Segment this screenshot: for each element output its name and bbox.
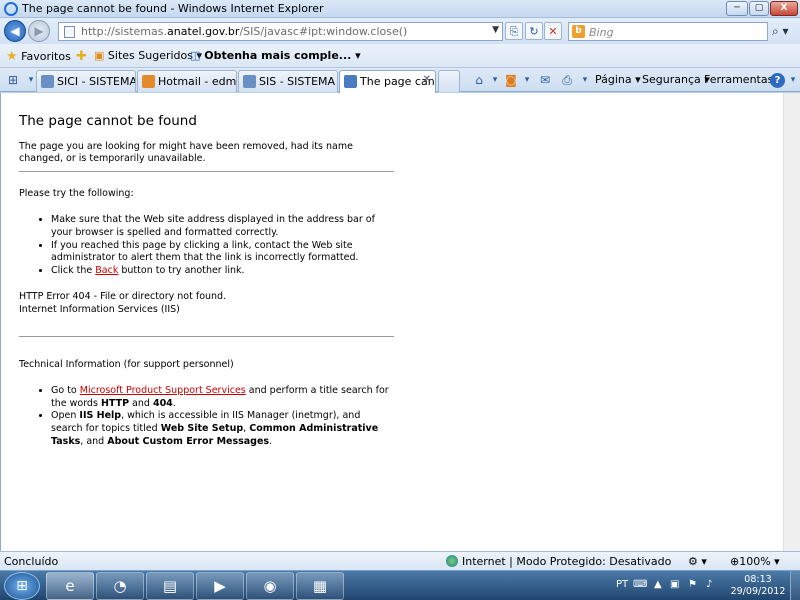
internet-zone-icon	[446, 555, 458, 567]
language-indicator[interactable]: PT	[616, 579, 628, 590]
taskbar: ⊞ e ◔ ▤ ▶ ◉ ▦ PT ⌨ ▲ ▣ ⚑ ♪ 08:13 29/09/2…	[0, 570, 800, 600]
try-list: Make sure that the Web site address disp…	[41, 214, 394, 277]
minimize-button[interactable]: ─	[726, 1, 748, 16]
zoom-icon: ⊕	[730, 555, 740, 568]
help-dropdown-icon[interactable]: ▾	[784, 71, 800, 89]
try-heading: Please try the following:	[19, 187, 134, 199]
support-link[interactable]: Microsoft Product Support Services	[80, 385, 246, 396]
window-title: The page cannot be found - Windows Inter…	[22, 2, 324, 15]
show-desktop-button[interactable]	[790, 571, 800, 600]
clock-date: 29/09/2012	[730, 586, 786, 597]
favorites-button[interactable]: ★ Favoritos	[6, 49, 71, 64]
protected-mode-icon[interactable]: ⚙ ▾	[688, 555, 707, 568]
app-taskbar-icon[interactable]: ◔	[96, 572, 144, 600]
back-button[interactable]: ◀	[4, 20, 26, 42]
server-name: Internet Information Services (IIS)	[19, 303, 180, 315]
list-item: Make sure that the Web site address disp…	[51, 214, 394, 239]
add-favorite-icon[interactable]: ✚	[76, 49, 87, 64]
page-icon	[64, 26, 75, 38]
list-item: Open IIS Help, which is accessible in II…	[51, 410, 394, 448]
error-code: HTTP Error 404 - File or directory not f…	[19, 291, 227, 303]
title-bar: The page cannot be found - Windows Inter…	[0, 0, 800, 18]
forward-button[interactable]: ▶	[28, 20, 50, 42]
intro-text: The page you are looking for might have …	[19, 140, 353, 165]
get-more-addons-link[interactable]: ◫ Obtenha mais comple... ▾	[190, 49, 361, 62]
volume-icon[interactable]: ♪	[706, 579, 712, 590]
stop-icon[interactable]: ✕	[544, 22, 562, 40]
action-center-icon[interactable]: ⚑	[688, 579, 697, 590]
bing-icon: b	[572, 25, 585, 38]
start-button[interactable]: ⊞	[4, 572, 40, 600]
address-url[interactable]: http://sistemas.anatel.gov.br/SIS/javasc…	[81, 25, 407, 38]
favorites-star-icon: ★	[6, 49, 18, 64]
keyboard-icon[interactable]: ⌨	[633, 579, 647, 590]
internet-explorer-taskbar-icon[interactable]: e	[46, 572, 94, 600]
vertical-scrollbar[interactable]	[783, 93, 800, 551]
system-clock[interactable]: 08:13 29/09/2012	[730, 574, 786, 598]
list-item: If you reached this page by clicking a l…	[51, 240, 394, 265]
security-menu[interactable]: Segurança ▾	[642, 73, 710, 86]
list-item: Click the Back button to try another lin…	[51, 265, 394, 278]
tab-sis[interactable]: SIS - SISTEMA DE...	[238, 70, 338, 92]
read-mail-icon[interactable]: ✉	[536, 71, 554, 89]
address-bar[interactable]: http://sistemas.anatel.gov.br/SIS/javasc…	[58, 22, 503, 41]
search-input[interactable]: Bing	[589, 26, 614, 39]
list-item: Go to Microsoft Product Support Services…	[51, 385, 394, 410]
tech-list: Go to Microsoft Product Support Services…	[41, 385, 394, 448]
page-menu[interactable]: Página ▾	[595, 73, 641, 86]
security-zone[interactable]: Internet | Modo Protegido: Desativado	[446, 555, 671, 568]
feeds-dropdown-icon[interactable]: ▾	[518, 71, 536, 89]
refresh-icon[interactable]: ↻	[525, 22, 543, 40]
page-content: The page cannot be found The page you ar…	[0, 93, 800, 551]
status-bar: Concluído Internet | Modo Protegido: Des…	[0, 551, 800, 570]
divider	[19, 170, 394, 172]
address-dropdown-icon[interactable]: ▼	[492, 25, 499, 35]
network-icon[interactable]: ▣	[670, 579, 679, 590]
back-link[interactable]: Back	[95, 265, 118, 276]
error-document: The page cannot be found The page you ar…	[19, 113, 394, 462]
maximize-button[interactable]: ▢	[749, 1, 769, 16]
search-box[interactable]: b Bing	[568, 22, 768, 41]
favorites-bar: ★ Favoritos ✚ ▣ Sites Sugeridos ▾ ◫ Obte…	[0, 44, 800, 68]
divider	[19, 335, 394, 337]
close-button[interactable]: X	[770, 1, 798, 16]
internet-explorer-icon	[4, 2, 18, 16]
folder-taskbar-icon[interactable]: ▤	[146, 572, 194, 600]
help-icon[interactable]: ?	[770, 73, 785, 88]
address-toolbar: ◀ ▶ http://sistemas.anatel.gov.br/SIS/ja…	[0, 18, 800, 44]
chrome-taskbar-icon[interactable]: ◉	[246, 572, 294, 600]
tech-heading: Technical Information (for support perso…	[19, 358, 234, 370]
close-tab-icon[interactable]: ✕	[423, 74, 431, 85]
media-player-taskbar-icon[interactable]: ▶	[196, 572, 244, 600]
status-text: Concluído	[4, 555, 59, 568]
new-tab-button[interactable]	[438, 70, 460, 92]
tab-bar: ⊞ ▾ SICI - SISTEMA D... Hotmail - edmar.…	[0, 68, 800, 93]
tab-page-not-found[interactable]: The page can...✕	[339, 70, 436, 93]
url-domain: anatel.gov.br	[166, 25, 240, 38]
compatibility-view-icon[interactable]: ⎘	[505, 22, 523, 40]
suggested-sites-link[interactable]: ▣ Sites Sugeridos ▾	[94, 49, 202, 62]
search-icon[interactable]: ⌕ ▾	[772, 24, 789, 39]
tab-hotmail[interactable]: Hotmail - edmar...	[137, 70, 237, 92]
quick-tabs-icon[interactable]: ⊞	[4, 71, 22, 89]
show-hidden-icons-icon[interactable]: ▲	[654, 579, 662, 590]
print-dropdown-icon[interactable]: ▾	[576, 71, 594, 89]
document-taskbar-icon[interactable]: ▦	[296, 572, 344, 600]
tab-sici[interactable]: SICI - SISTEMA D...	[36, 70, 136, 92]
zoom-control[interactable]: ⊕100% ▾	[730, 555, 780, 568]
page-heading: The page cannot be found	[19, 113, 197, 129]
print-icon[interactable]: ⎙	[558, 71, 576, 89]
clock-time: 08:13	[744, 574, 772, 585]
